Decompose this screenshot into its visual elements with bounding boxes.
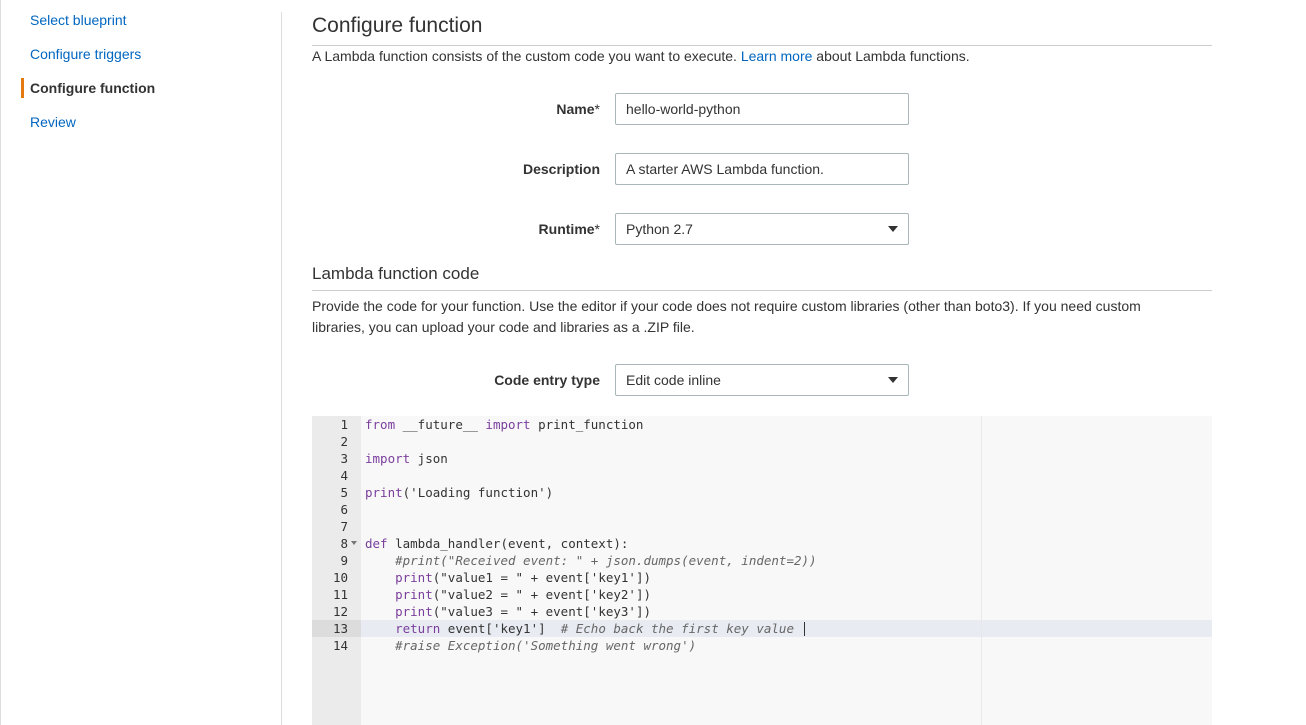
code-text: print('Loading function') (365, 485, 554, 500)
runtime-select[interactable]: Python 2.7 (615, 213, 909, 245)
description-label: Description (522, 161, 600, 177)
code-section-divider (312, 290, 1212, 291)
code-text: def lambda_handler(event, context): (365, 536, 629, 551)
intro-suffix: about Lambda functions. (816, 48, 970, 64)
code-entry-type-label: Code entry type (494, 372, 600, 388)
code-text: print("value2 = " + event['key2']) (395, 587, 651, 602)
learn-more-link[interactable]: Learn more (741, 48, 813, 64)
editor-line: 13 return event['key1'] # Echo back the … (312, 620, 1212, 637)
editor-line: 11 print("value2 = " + event['key2']) (312, 586, 1212, 603)
line-number: 2 (340, 434, 348, 449)
editor-line: 14 #raise Exception('Something went wron… (312, 637, 1212, 654)
line-number: 7 (340, 519, 348, 534)
intro-prefix: A Lambda function consists of the custom… (312, 48, 737, 64)
sidebar-item-configure-triggers[interactable]: Configure triggers (30, 46, 141, 62)
sidebar-divider (281, 12, 282, 725)
line-number: 10 (332, 570, 348, 585)
fold-arrow-icon[interactable] (351, 541, 357, 545)
wizard-sidebar: Select blueprint Configure triggers Conf… (0, 0, 282, 725)
runtime-label: Runtime* (538, 221, 600, 237)
editor-line: 10 print("value1 = " + event['key1']) (312, 569, 1212, 586)
line-number: 8 (340, 536, 348, 551)
line-number: 9 (340, 553, 348, 568)
editor-line: 12 print("value3 = " + event['key3']) (312, 603, 1212, 620)
sidebar-item-configure-function[interactable]: Configure function (30, 80, 155, 96)
chevron-down-icon (888, 226, 898, 232)
editor-line: 8 def lambda_handler(event, context): (312, 535, 1212, 552)
line-number: 14 (332, 638, 348, 653)
name-label: Name* (556, 101, 600, 117)
editor-line: 6 (312, 501, 1212, 518)
editor-line: 4 (312, 467, 1212, 484)
editor-line: 2 (312, 433, 1212, 450)
chevron-down-icon (888, 377, 898, 383)
editor-line: 3 import json (312, 450, 1212, 467)
code-text: from __future__ import print_function (365, 417, 644, 432)
code-editor[interactable]: 1 from __future__ import print_function 2 3… (312, 416, 1212, 725)
line-number: 11 (332, 587, 348, 602)
line-number: 1 (340, 417, 348, 432)
code-section-description: Provide the code for your function. Use … (312, 298, 1141, 335)
code-entry-type-select[interactable]: Edit code inline (615, 364, 909, 396)
code-text: return event['key1'] # Echo back the fir… (395, 621, 794, 636)
line-number: 3 (340, 451, 348, 466)
sidebar-item-select-blueprint[interactable]: Select blueprint (30, 12, 127, 28)
code-text: print("value1 = " + event['key1']) (395, 570, 651, 585)
active-step-indicator (21, 78, 24, 98)
line-number: 13 (332, 621, 348, 636)
code-text: import json (365, 451, 448, 466)
code-text: print("value3 = " + event['key3']) (395, 604, 651, 619)
code-section-title: Lambda function code (312, 264, 480, 283)
editor-line: 9 #print("Received event: " + json.dumps… (312, 552, 1212, 569)
description-input[interactable] (615, 153, 909, 185)
sidebar-item-review[interactable]: Review (30, 114, 76, 130)
line-number: 4 (340, 468, 348, 483)
page-title: Configure function (312, 14, 483, 37)
line-number: 6 (340, 502, 348, 517)
editor-line: 1 from __future__ import print_function (312, 416, 1212, 433)
title-divider (312, 45, 1212, 46)
editor-cursor (804, 622, 805, 636)
lambda-configure-function-page: Select blueprint Configure triggers Conf… (0, 0, 1306, 725)
editor-line: 5 print('Loading function') (312, 484, 1212, 501)
code-text: #print("Received event: " + json.dumps(e… (395, 553, 817, 568)
name-input[interactable] (615, 93, 909, 125)
line-number: 5 (340, 485, 348, 500)
intro-text: A Lambda function consists of the custom… (312, 48, 970, 64)
line-number: 12 (332, 604, 348, 619)
runtime-selected-value: Python 2.7 (626, 221, 693, 237)
code-text: #raise Exception('Something went wrong') (395, 638, 697, 653)
code-entry-type-selected-value: Edit code inline (626, 372, 721, 388)
editor-line: 7 (312, 518, 1212, 535)
